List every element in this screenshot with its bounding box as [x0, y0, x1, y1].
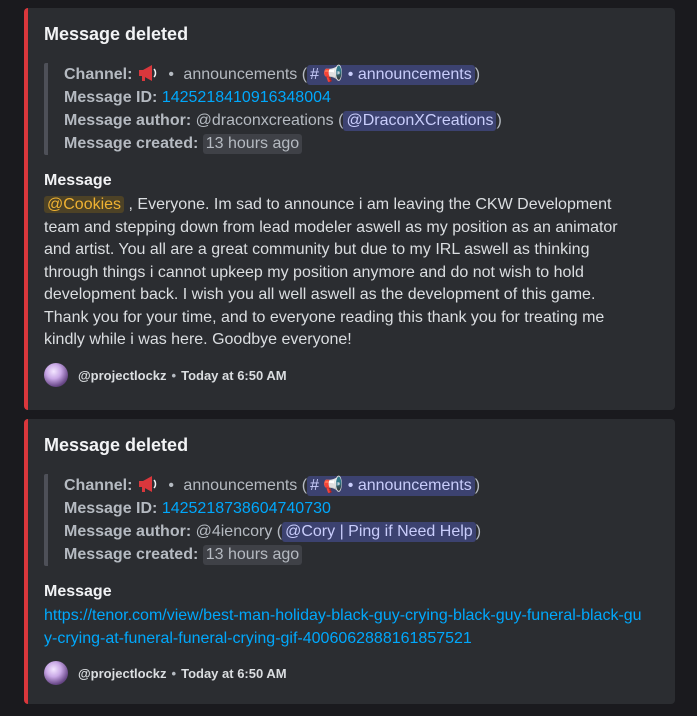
channel-mention[interactable]: # 📢 • announcements — [307, 476, 475, 496]
message-id-line: Message ID: 1425218738604740730 — [64, 497, 481, 520]
channel-mention-label: announcements — [357, 66, 472, 83]
channel-name: announcements — [183, 66, 298, 83]
footer-user[interactable]: @projectlockz — [78, 666, 167, 681]
embed-title: Message deleted — [44, 24, 189, 44]
content-link[interactable]: https://tenor.com/view/best-man-holiday-… — [44, 607, 642, 647]
embed-title: Message deleted — [44, 435, 189, 455]
author-mention[interactable]: @DraconXCreations — [343, 111, 497, 131]
author-line: Message author: @4iencory (@Cory | Ping … — [64, 522, 482, 542]
channel-mention[interactable]: # 📢 • announcements — [307, 65, 475, 85]
deleted-message-embed: Message deleted Channel: • announcements… — [24, 8, 675, 410]
footer-time: Today at 6:50 AM — [181, 367, 287, 383]
channel-name: announcements — [183, 477, 298, 494]
message-id-label: Message ID: — [64, 500, 158, 517]
created-line: Message created: 13 hours ago — [64, 543, 481, 566]
deleted-message-embed: Message deleted Channel: • announcements… — [24, 419, 675, 704]
message-id-line: Message ID: 1425218410916348004 — [64, 86, 502, 109]
message-details-quote: Channel: • announcements (# 📢 • announce… — [44, 474, 481, 566]
author-username: @draconxcreations — [195, 112, 334, 129]
message-details-quote: Channel: • announcements (# 📢 • announce… — [44, 63, 502, 155]
embed-footer: @projectlockz • Today at 6:50 AM — [44, 660, 287, 686]
created-line: Message created: 13 hours ago — [64, 132, 502, 155]
created-label: Message created: — [64, 135, 199, 152]
channel-line: Channel: • announcements (# 📢 • announce… — [64, 63, 502, 86]
author-label: Message author: — [64, 523, 192, 540]
footer-user[interactable]: @projectlockz — [78, 368, 167, 383]
message-content: @Cookies , Everyone. Im sad to announce … — [44, 194, 644, 352]
channel-label: Channel: — [64, 477, 133, 494]
role-mention[interactable]: @Cookies — [44, 196, 125, 213]
footer-time: Today at 6:50 AM — [181, 665, 287, 681]
megaphone-icon: 📢 — [323, 66, 344, 83]
content-label: Message — [44, 172, 112, 189]
author-mention[interactable]: @Cory | Ping if Need Help — [282, 522, 476, 542]
created-label: Message created: — [64, 546, 199, 563]
created-timestamp[interactable]: 13 hours ago — [202, 545, 303, 565]
message-content-text: , Everyone. Im sad to announce i am leav… — [44, 196, 618, 348]
author-label: Message author: — [64, 112, 192, 129]
message-content: https://tenor.com/view/best-man-holiday-… — [44, 605, 644, 650]
hash-icon: # — [310, 66, 324, 83]
author-username: @4iencory — [195, 523, 273, 540]
channel-mention-label: announcements — [357, 477, 472, 494]
avatar[interactable] — [44, 363, 68, 387]
content-label: Message — [44, 583, 112, 600]
megaphone-icon: 📢 — [323, 477, 344, 494]
channel-label: Channel: — [64, 66, 133, 83]
message-id-label: Message ID: — [64, 89, 158, 106]
embed-footer: @projectlockz • Today at 6:50 AM — [44, 362, 287, 388]
channel-line: Channel: • announcements (# 📢 • announce… — [64, 474, 481, 497]
message-id-link[interactable]: 1425218410916348004 — [162, 89, 331, 106]
author-line: Message author: @draconxcreations (@Drac… — [64, 111, 502, 131]
hash-icon: # — [310, 477, 324, 494]
created-timestamp[interactable]: 13 hours ago — [202, 134, 303, 154]
message-id-link[interactable]: 1425218738604740730 — [162, 500, 331, 517]
avatar[interactable] — [44, 661, 68, 685]
